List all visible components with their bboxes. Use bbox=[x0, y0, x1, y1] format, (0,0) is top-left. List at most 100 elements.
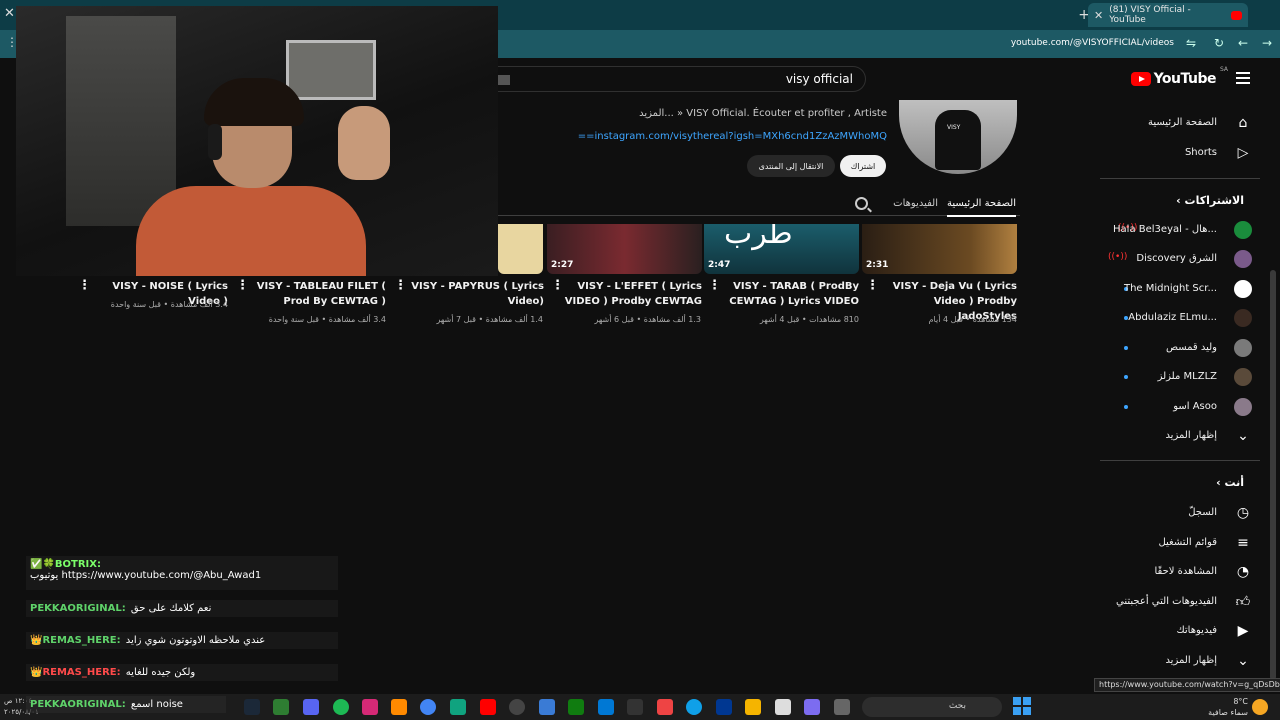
sidebar-item-label: Shorts bbox=[1184, 147, 1217, 158]
xbox-icon[interactable] bbox=[568, 699, 584, 715]
webcam-overlay bbox=[16, 6, 498, 276]
video-thumbnail[interactable] bbox=[498, 224, 543, 274]
task-view-icon[interactable] bbox=[834, 699, 850, 715]
chatgpt-icon[interactable] bbox=[450, 699, 466, 715]
clear-search-icon[interactable] bbox=[498, 75, 510, 85]
sidebar-item-subscription[interactable]: ملزلز MLZLZ bbox=[1100, 364, 1260, 390]
reload-icon[interactable]: ↻ bbox=[1214, 36, 1224, 50]
show-more-you[interactable]: إظهار المزيد ⌄ bbox=[1100, 648, 1260, 674]
sidebar-item-subscription[interactable]: Abdulaziz ELmu... bbox=[1100, 305, 1260, 331]
video-title[interactable]: VISY - TABLEAU FILET ( Prod By CEWTAG ) bbox=[248, 279, 386, 309]
sidebar-item-watch-later[interactable]: المشاهدة لاحقًا ◔ bbox=[1100, 559, 1260, 585]
sidebar-item-your-videos[interactable]: فيديوهاتك ▶ bbox=[1100, 618, 1260, 644]
weather-desc: سماء صافية bbox=[1208, 708, 1248, 717]
steam-icon[interactable] bbox=[244, 699, 260, 715]
video-duration: 2:27 bbox=[551, 260, 574, 270]
spotify-icon[interactable] bbox=[333, 699, 349, 715]
youtube-icon[interactable] bbox=[480, 699, 496, 715]
home-icon: ⌂ bbox=[1238, 115, 1248, 131]
you-header[interactable]: ‹ أنت bbox=[1216, 476, 1244, 489]
weather-temp: 8°C bbox=[1233, 697, 1248, 706]
sidebar-item-home[interactable]: الصفحة الرئيسية ⌂ bbox=[1100, 110, 1260, 136]
video-thumbnail[interactable]: 2:31 bbox=[862, 224, 1017, 274]
avatar bbox=[1234, 339, 1252, 357]
sidebar-item-history[interactable]: السجلّ ◷ bbox=[1100, 500, 1260, 526]
app-icon[interactable] bbox=[627, 699, 643, 715]
new-content-dot bbox=[1124, 375, 1128, 379]
sidebar-item-playlists[interactable]: قوائم التشغيل ≡ bbox=[1100, 530, 1260, 556]
file-explorer-icon[interactable] bbox=[745, 699, 761, 715]
forward-icon[interactable]: → bbox=[1262, 36, 1272, 50]
copilot-icon[interactable] bbox=[804, 699, 820, 715]
sidebar-item-subscription[interactable]: ((•)) Discovery الشرق bbox=[1100, 246, 1260, 272]
tab-close-icon[interactable]: ✕ bbox=[1094, 9, 1103, 22]
sidebar-item-label: إظهار المزيد bbox=[1165, 430, 1217, 441]
outlook-icon[interactable] bbox=[598, 699, 614, 715]
video-title[interactable]: VISY - PAPYRUS ( Lyrics Video) bbox=[406, 279, 544, 309]
shorts-icon: ▷ bbox=[1237, 145, 1249, 161]
sidebar-item-shorts[interactable]: Shorts ▷ bbox=[1100, 140, 1260, 166]
chat-user: PEKKAORIGINAL: bbox=[30, 699, 126, 710]
history-icon: ◷ bbox=[1236, 505, 1250, 521]
tab-title: (81) VISY Official - YouTube bbox=[1109, 5, 1191, 25]
community-button[interactable]: الانتقال إلى المنتدى bbox=[747, 155, 835, 177]
subscribe-button[interactable]: اشتراك bbox=[840, 155, 886, 177]
url-text[interactable]: youtube.com/@VISYOFFICIAL/videos bbox=[1011, 38, 1174, 48]
new-content-dot bbox=[1124, 346, 1128, 350]
chat-message: 👑REMAS_HERE: عندي ملاحظه الاوتوتون شوي ز… bbox=[26, 632, 338, 649]
tab-home[interactable]: الصفحة الرئيسية bbox=[947, 198, 1016, 217]
youtube-favicon-icon bbox=[1230, 10, 1242, 20]
subscriptions-header[interactable]: ‹ الاشتراكات bbox=[1176, 194, 1244, 207]
chat-text: يوتيوب https://www.youtube.com/@Abu_Awad… bbox=[30, 570, 262, 581]
sidebar-divider bbox=[1100, 178, 1260, 179]
edge-icon[interactable] bbox=[686, 699, 702, 715]
back-icon[interactable]: ← bbox=[1238, 36, 1248, 50]
show-more-subscriptions[interactable]: إظهار المزيد ⌄ bbox=[1100, 423, 1260, 449]
sidebar-item-label: اسو Asoo bbox=[1173, 401, 1217, 412]
video-thumbnail[interactable]: 2:27 bbox=[547, 224, 702, 274]
weather-widget[interactable]: 8°C سماء صافية bbox=[1206, 696, 1248, 718]
sidebar-item-label: The Midnight Scr... bbox=[1123, 283, 1217, 294]
channel-avatar[interactable]: VISY bbox=[899, 100, 1017, 174]
page-scrollbar[interactable] bbox=[1270, 270, 1276, 680]
search-placeholder: بحث bbox=[948, 701, 966, 711]
sidebar-item-subscription[interactable]: The Midnight Scr... bbox=[1100, 276, 1260, 302]
github-icon[interactable] bbox=[509, 699, 525, 715]
video-title[interactable]: VISY - TARAB ( ProdBy CEWTAG ) Lyrics VI… bbox=[720, 279, 859, 309]
sidebar-item-subscription[interactable]: وليد قمسص bbox=[1100, 335, 1260, 361]
like-icon: 👍︎ bbox=[1235, 594, 1251, 610]
channel-description[interactable]: VISY Official. Écouter et profiter , Art… bbox=[639, 108, 887, 119]
video-thumbnail[interactable]: طرب 2:47 bbox=[704, 224, 859, 274]
search-input[interactable]: visy official bbox=[498, 66, 866, 92]
windows-start-icon[interactable] bbox=[1013, 697, 1031, 715]
sidebar-item-label: فيديوهاتك bbox=[1176, 625, 1217, 636]
channel-search-icon[interactable] bbox=[855, 197, 868, 210]
app-icon[interactable] bbox=[273, 699, 289, 715]
playstation-icon[interactable] bbox=[716, 699, 732, 715]
chrome-icon[interactable] bbox=[420, 699, 436, 715]
sidebar: الصفحة الرئيسية ⌂ Shorts ▷ ‹ الاشتراكات … bbox=[1100, 58, 1260, 694]
sidebar-item-subscription[interactable]: اسو Asoo bbox=[1100, 394, 1260, 420]
avatar bbox=[1234, 280, 1252, 298]
playlist-icon: ≡ bbox=[1237, 535, 1249, 551]
discord-icon[interactable] bbox=[303, 699, 319, 715]
search-value: visy official bbox=[785, 72, 853, 86]
video-meta: 134 مشاهدة • قبل 4 أيام bbox=[928, 315, 1017, 324]
browser-tab[interactable]: ✕ (81) VISY Official - YouTube bbox=[1088, 3, 1248, 27]
app-icon[interactable] bbox=[391, 699, 407, 715]
app-icon[interactable] bbox=[657, 699, 673, 715]
video-title[interactable]: VISY - L'EFFET ( Lyrics VIDEO ) Prodby C… bbox=[563, 279, 702, 309]
sidebar-item-label: Hala Bel3eyal - هال... bbox=[1113, 224, 1217, 235]
sidebar-item-subscription[interactable]: ((•)) Hala Bel3eyal - هال... bbox=[1100, 217, 1260, 243]
sidebar-item-liked-videos[interactable]: الفيديوهات التي أعجبتني 👍︎ bbox=[1100, 589, 1260, 615]
weather-moon-icon bbox=[1252, 699, 1268, 715]
channel-link[interactable]: ==instagram.com/visythereal?igsh=MXh6cnd… bbox=[578, 131, 887, 142]
app-icon[interactable] bbox=[539, 699, 555, 715]
stream-chat: ✅🍀BOTRIX: يوتيوب https://www.youtube.com… bbox=[26, 552, 338, 692]
instagram-icon[interactable] bbox=[362, 699, 378, 715]
close-window-icon[interactable]: ✕ bbox=[4, 6, 15, 21]
taskbar-search[interactable]: بحث bbox=[862, 697, 1002, 717]
tune-icon[interactable]: ⇋ bbox=[1186, 36, 1196, 50]
tab-videos[interactable]: الفيديوهات bbox=[893, 198, 938, 209]
app-icon[interactable] bbox=[775, 699, 791, 715]
